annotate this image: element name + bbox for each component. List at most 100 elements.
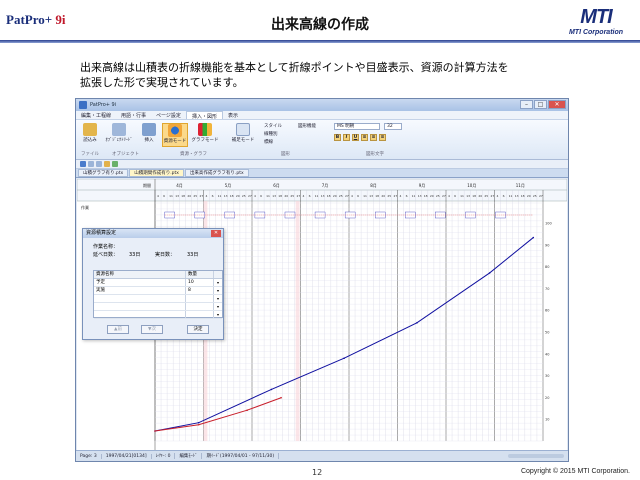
prev-button[interactable]: ▲前 (107, 325, 129, 334)
dropdown-arrow-icon[interactable]: ▾ (214, 287, 222, 294)
resource-count-cell[interactable] (186, 303, 214, 310)
month-label: 7月 (322, 183, 329, 188)
series-point-1 (154, 430, 156, 432)
day-tick-label: 13 (175, 194, 179, 198)
y-tick-label: 90 (545, 243, 549, 247)
menu-tab-4[interactable]: 表示 (223, 111, 243, 119)
resource-name-cell[interactable] (94, 311, 186, 318)
day-tick-label: 27 (539, 194, 543, 198)
print-icon[interactable] (104, 161, 110, 167)
header-rule (0, 40, 640, 43)
dropdown-arrow-icon[interactable]: ▾ (214, 303, 222, 310)
resource-name-cell[interactable]: 予定 (94, 279, 186, 286)
resource-count-cell[interactable] (186, 295, 214, 302)
menu-tab-3[interactable]: 挿入・図形 (185, 111, 223, 120)
dropdown-arrow-icon[interactable]: ▾ (214, 311, 222, 318)
slide-header: PatPro+ 9i 出来高線の作成 MTI MTI Corporation (0, 0, 640, 44)
object-read-label: ｵﾌﾞｼﾞｪｸﾄﾘｰﾄﾞ (105, 138, 133, 143)
resource-name-cell[interactable] (94, 303, 186, 310)
bold-button[interactable]: B (334, 134, 341, 141)
month-label: 10月 (467, 183, 476, 188)
resource-count-cell[interactable]: 8 (186, 287, 214, 294)
underline-button[interactable]: U (352, 134, 359, 141)
open-icon (83, 123, 97, 136)
series-point-0 (416, 322, 418, 324)
day-tick-label: 6 (357, 194, 359, 198)
dropdown-arrow-icon[interactable]: ▾ (214, 295, 222, 302)
day-tick-label: 11 (169, 194, 173, 198)
align-left-button[interactable]: ≡ (361, 134, 368, 141)
close-button[interactable]: ✕ (548, 100, 566, 109)
resource-name-cell[interactable]: 実施 (94, 287, 186, 294)
zoom-slider[interactable] (508, 454, 564, 458)
day-tick-label: 6 (503, 194, 505, 198)
day-tick-label: 25 (290, 194, 294, 198)
menu-tab-1[interactable]: 用語・行事 (116, 111, 151, 119)
day-tick-label: 11 (412, 194, 416, 198)
font-size-select[interactable]: 32 (384, 123, 402, 130)
group-label-resource: 資源・グラフ (180, 152, 207, 157)
resource-name-cell[interactable] (94, 295, 186, 302)
align-center-button[interactable]: ≡ (370, 134, 377, 141)
ok-button[interactable]: 決定 (187, 325, 209, 334)
day-tick-label: 20 (333, 194, 337, 198)
menu-tab-0[interactable]: 編集・工程線 (76, 111, 116, 119)
resource-mode-button[interactable]: 資源モード (162, 123, 188, 147)
guide-item[interactable]: 標線 (264, 139, 273, 145)
day-tick-label: 18 (472, 194, 476, 198)
resource-count-cell[interactable] (186, 311, 214, 318)
total-days-label: 延べ日数： (93, 252, 119, 258)
align-right-button[interactable]: ≡ (379, 134, 386, 141)
month-label: 11月 (516, 183, 525, 188)
italic-button[interactable]: I (343, 134, 350, 141)
dropdown-arrow-icon[interactable]: ▾ (214, 279, 222, 286)
minimize-button[interactable]: – (520, 100, 533, 109)
note-mode-icon (236, 123, 250, 136)
month-label: 4月 (176, 183, 183, 188)
line-type-item[interactable]: 線種別 (264, 131, 278, 137)
graph-mode-button[interactable]: グラフモード (190, 123, 220, 147)
doc-tab-1[interactable]: 山積期間作成有り.ptx (129, 169, 184, 177)
copyright: Copyright © 2015 MTI Corporation. (520, 468, 630, 475)
insert-label: 挿入 (144, 138, 154, 143)
resource-row[interactable]: 予定 10 ▾ (94, 279, 222, 287)
shape-function-item[interactable]: 図形機能 (298, 123, 316, 129)
zoom-icon[interactable] (112, 161, 118, 167)
dialog-close-button[interactable]: ✕ (211, 230, 221, 237)
day-tick-label: 13 (272, 194, 276, 198)
y-tick-label: 60 (545, 309, 549, 313)
day-tick-label: 13 (369, 194, 373, 198)
resource-count-cell[interactable]: 10 (186, 279, 214, 286)
resource-row[interactable]: ▾ (94, 295, 222, 303)
resource-row[interactable]: 実施 8 ▾ (94, 287, 222, 295)
month-label: 5月 (225, 183, 232, 188)
title-bar: PatPro+ 9i – □ ✕ (76, 99, 568, 111)
maximize-button[interactable]: □ (534, 100, 547, 109)
day-tick-label: 4 (400, 194, 402, 198)
object-read-button[interactable]: ｵﾌﾞｼﾞｪｸﾄﾘｰﾄﾞ (102, 123, 136, 147)
style-item[interactable]: スタイル (264, 123, 282, 129)
dialog-title-bar: 資源積算設定 ✕ (83, 229, 223, 238)
day-tick-label: 27 (393, 194, 397, 198)
undo-icon[interactable] (88, 161, 94, 167)
series-point-0 (270, 388, 273, 391)
insert-icon (142, 123, 156, 136)
resource-list-header: 資源名称 数量 (94, 271, 222, 279)
doc-tab-0[interactable]: 山積グラフ有り.ptx (78, 169, 129, 177)
resource-row[interactable]: ▾ (94, 311, 222, 319)
doc-tab-2[interactable]: 出来高作成グラフ有り.ptx (184, 169, 249, 177)
font-name-select[interactable]: MS 明朝 (334, 123, 380, 130)
menu-tab-2[interactable]: ページ設定 (151, 111, 186, 119)
note-mode-button[interactable]: 補足モード (228, 123, 258, 147)
day-tick-label: 11 (315, 194, 319, 198)
redo-icon[interactable] (96, 161, 102, 167)
resource-row[interactable]: ▾ (94, 303, 222, 311)
series-point-1 (197, 423, 200, 426)
open-button[interactable]: 読込み (79, 123, 101, 147)
save-icon[interactable] (80, 161, 86, 167)
graph-mode-label: グラフモード (191, 138, 219, 143)
series-line-1 (154, 397, 282, 432)
insert-button[interactable]: 挿入 (138, 123, 160, 147)
series-point-1 (280, 396, 282, 399)
next-button[interactable]: ▼次 (141, 325, 163, 334)
